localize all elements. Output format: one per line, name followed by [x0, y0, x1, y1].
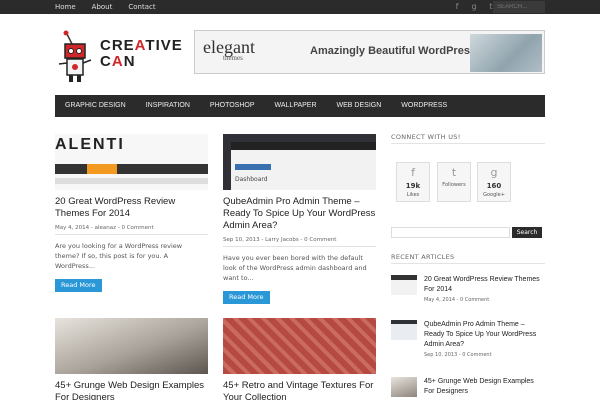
recent-title[interactable]: QubeAdmin Pro Admin Theme – Ready To Spi… [424, 320, 544, 350]
nav-photoshop[interactable]: PHOTOSHOP [210, 95, 255, 117]
top-nav-about[interactable]: About [92, 0, 113, 14]
likes-count: 19k [405, 182, 421, 190]
top-search-input[interactable] [493, 1, 545, 13]
thumb-admin-bar [231, 142, 376, 150]
post-thumbnail[interactable]: ALENTI [55, 134, 208, 190]
recent-article[interactable]: 45+ Grunge Web Design Examples For Desig… [391, 377, 545, 399]
thumb-dashboard-label: Dashboard [235, 176, 268, 183]
nav-wallpaper[interactable]: WALLPAPER [275, 95, 317, 117]
post-card: 45+ Retro and Vintage Textures For Your … [223, 318, 376, 400]
elegant-themes-banner[interactable]: elegant themes Amazingly Beautiful WordP… [194, 30, 545, 74]
read-more-button[interactable]: Read More [55, 279, 102, 292]
read-more-button[interactable]: Read More [223, 291, 270, 304]
google-plus-count: 160 [486, 182, 502, 190]
google-plus-icon: g [490, 166, 498, 179]
sidebar-search-button[interactable]: Search [512, 227, 542, 238]
divider [391, 263, 545, 264]
likes-label: Likes [406, 192, 420, 198]
nav-wordpress[interactable]: WORDPRESS [401, 95, 447, 117]
top-nav-home[interactable]: Home [55, 0, 76, 14]
post-title[interactable]: 45+ Retro and Vintage Textures For Your … [223, 380, 376, 400]
nav-graphic-design[interactable]: GRAPHIC DESIGN [65, 95, 126, 117]
google-plus-box[interactable]: g 160 Google+ [477, 162, 511, 202]
twitter-followers-box[interactable]: t Followers [437, 162, 471, 202]
post-thumbnail[interactable] [55, 318, 208, 374]
post-card: Dashboard QubeAdmin Pro Admin Theme – Re… [223, 134, 376, 304]
recent-meta: Sep 10, 2013 - 0 Comment [424, 352, 492, 358]
google-plus-label: Google+ [483, 192, 505, 198]
recent-article[interactable]: QubeAdmin Pro Admin Theme – Ready To Spi… [391, 320, 545, 360]
top-nav: Home About Contact [55, 0, 156, 14]
post-thumbnail[interactable]: Dashboard [223, 134, 376, 190]
recent-title[interactable]: 20 Great WordPress Review Themes For 201… [424, 275, 544, 295]
recent-title[interactable]: 45+ Grunge Web Design Examples For Desig… [424, 377, 544, 397]
twitter-icon: t [451, 166, 457, 179]
nav-inspiration[interactable]: INSPIRATION [146, 95, 190, 117]
post-thumbnail[interactable] [223, 318, 376, 374]
recent-thumbnail [391, 377, 417, 397]
connect-heading: CONNECT WITH US! [391, 133, 461, 141]
thumb-strip [55, 178, 208, 184]
recent-article[interactable]: 20 Great WordPress Review Themes For 201… [391, 275, 545, 305]
thumb-nav-bar [55, 164, 208, 174]
banner-brand: elegant themes [203, 37, 255, 62]
post-meta: May 4, 2014 - aleanaz - 0 Comment [55, 225, 208, 235]
thumb-features-tab [87, 164, 117, 174]
followers-label: Followers [442, 182, 466, 188]
thumb-heading: ALENTI [55, 136, 125, 153]
recent-articles-heading: RECENT ARTICLES [391, 253, 455, 261]
facebook-likes-box[interactable]: f 19k Likes [396, 162, 430, 202]
thumb-highlight [235, 164, 271, 170]
recent-thumbnail [391, 275, 417, 295]
post-excerpt: Have you ever been bored with the defaul… [223, 254, 367, 282]
nav-web-design[interactable]: WEB DESIGN [337, 95, 382, 117]
recent-thumbnail [391, 320, 417, 340]
recent-meta: May 4, 2014 - 0 Comment [424, 297, 490, 303]
post-title[interactable]: 20 Great WordPress Review Themes For 201… [55, 196, 208, 220]
facebook-icon: f [411, 166, 415, 179]
robot-logo-icon [58, 30, 92, 82]
facebook-icon[interactable]: f [452, 1, 462, 13]
post-card: ALENTI 20 Great WordPress Review Themes … [55, 134, 208, 292]
post-title[interactable]: QubeAdmin Pro Admin Theme – Ready To Spi… [223, 196, 376, 232]
sidebar-search-input[interactable] [391, 227, 510, 238]
post-card: 45+ Grunge Web Design Examples For Desig… [55, 318, 208, 400]
post-meta: Sep 10, 2013 - Larry Jacobs - 0 Comment [223, 237, 376, 247]
main-nav: GRAPHIC DESIGN INSPIRATION PHOTOSHOP WAL… [55, 95, 545, 117]
divider [391, 143, 545, 144]
banner-screenshots-image [470, 34, 542, 72]
top-nav-contact[interactable]: Contact [128, 0, 155, 14]
google-plus-icon[interactable]: g [469, 1, 479, 13]
post-title[interactable]: 45+ Grunge Web Design Examples For Desig… [55, 380, 208, 400]
top-social-icons: f g t [452, 1, 496, 13]
site-logo[interactable]: CREATIVE CAN [55, 30, 182, 84]
post-excerpt: Are you looking for a WordPress review t… [55, 242, 183, 270]
top-bar: Home About Contact f g t [0, 0, 600, 14]
logo-text: CREATIVE CAN [100, 37, 183, 70]
